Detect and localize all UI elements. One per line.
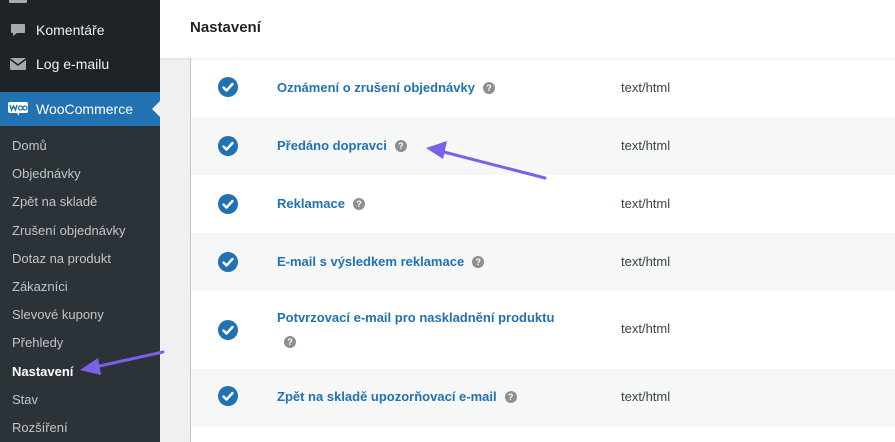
help-icon[interactable]: ? — [352, 197, 365, 210]
help-icon[interactable]: ? — [472, 255, 485, 268]
email-settings-table: Oznámení o zrušení objednávky? text/html… — [190, 58, 895, 442]
content-type: text/html — [621, 389, 671, 404]
table-row: E-mail s výsledkem reklamace? text/html — [191, 233, 895, 291]
submenu-item-product-inquiry[interactable]: Dotaz na produkt — [12, 249, 111, 269]
enabled-check-icon — [218, 386, 238, 406]
menu-label-email-log: Log e-mailu — [36, 56, 110, 72]
email-name-link[interactable]: Potvrzovací e-mail pro naskladnění produ… — [277, 308, 554, 328]
menu-label-comments: Komentáře — [36, 22, 105, 38]
email-name-link[interactable]: E-mail s výsledkem reklamace — [277, 254, 464, 269]
email-name: Předáno dopravci? — [277, 136, 407, 156]
submenu-item-orders[interactable]: Objednávky — [12, 164, 81, 184]
submenu-item-coupons[interactable]: Slevové kupony — [12, 305, 104, 325]
help-icon[interactable]: ? — [394, 139, 407, 152]
page-header: Nastavení — [160, 0, 895, 58]
comment-icon — [0, 21, 36, 39]
admin-sidebar: Komentáře Log e-mailu WooCommerce Domů O… — [0, 0, 160, 442]
woocommerce-icon — [0, 102, 36, 116]
enabled-check-icon — [218, 77, 238, 97]
email-name-link[interactable]: Předáno dopravci — [277, 138, 387, 153]
menu-item-comments[interactable]: Komentáře — [0, 13, 160, 47]
woocommerce-submenu: Domů Objednávky Zpět na skladě Zrušení o… — [0, 126, 160, 442]
enabled-check-icon — [218, 320, 238, 340]
content-type: text/html — [621, 254, 671, 269]
menu-item-woocommerce[interactable]: WooCommerce — [0, 92, 160, 126]
email-name: Zpět na skladě upozorňovací e-mail? — [277, 387, 517, 407]
page-title: Nastavení — [190, 19, 261, 36]
content-type: text/html — [621, 196, 671, 211]
help-icon[interactable]: ? — [284, 336, 296, 348]
submenu-item-reports[interactable]: Přehledy — [12, 333, 63, 353]
email-name: Reklamace? — [277, 194, 365, 214]
menu-item-partial[interactable] — [0, 0, 160, 8]
email-name: Oznámení o zrušení objednávky? — [277, 78, 495, 98]
enabled-check-icon — [218, 136, 238, 156]
submenu-item-back-in-stock[interactable]: Zpět na skladě — [12, 192, 97, 212]
email-name-link[interactable]: Zpět na skladě upozorňovací e-mail — [277, 389, 497, 404]
email-name-link[interactable]: Oznámení o zrušení objednávky — [277, 80, 475, 95]
table-row: Zpět na skladě upozorňovací e-mail? text… — [191, 369, 895, 427]
help-icon[interactable]: ? — [482, 81, 495, 94]
submenu-item-order-cancellation[interactable]: Zrušení objednávky — [12, 221, 125, 241]
table-row: Oznámení o zrušení objednávky? text/html — [191, 58, 895, 117]
submenu-item-home[interactable]: Domů — [12, 136, 47, 156]
table-row — [191, 427, 895, 442]
table-row: Předáno dopravci? text/html — [191, 117, 895, 175]
menu-label-woocommerce: WooCommerce — [36, 101, 133, 117]
email-icon — [0, 57, 36, 71]
menu-item-email-log[interactable]: Log e-mailu — [0, 47, 160, 81]
enabled-check-icon — [218, 194, 238, 214]
table-row: Potvrzovací e-mail pro naskladnění produ… — [191, 291, 895, 369]
email-name: E-mail s výsledkem reklamace? — [277, 252, 485, 272]
submenu-item-extensions[interactable]: Rozšíření — [12, 418, 68, 438]
email-name-link[interactable]: Reklamace — [277, 196, 345, 211]
content-type: text/html — [621, 138, 671, 153]
submenu-item-customers[interactable]: Zákazníci — [12, 277, 68, 297]
content-type: text/html — [621, 80, 671, 95]
menu-icon-partial — [0, 0, 36, 5]
submenu-item-settings[interactable]: Nastavení — [12, 362, 73, 382]
enabled-check-icon — [218, 252, 238, 272]
submenu-item-status[interactable]: Stav — [12, 390, 38, 410]
content-type: text/html — [621, 321, 671, 336]
help-icon[interactable]: ? — [504, 390, 517, 403]
table-row: Reklamace? text/html — [191, 175, 895, 233]
